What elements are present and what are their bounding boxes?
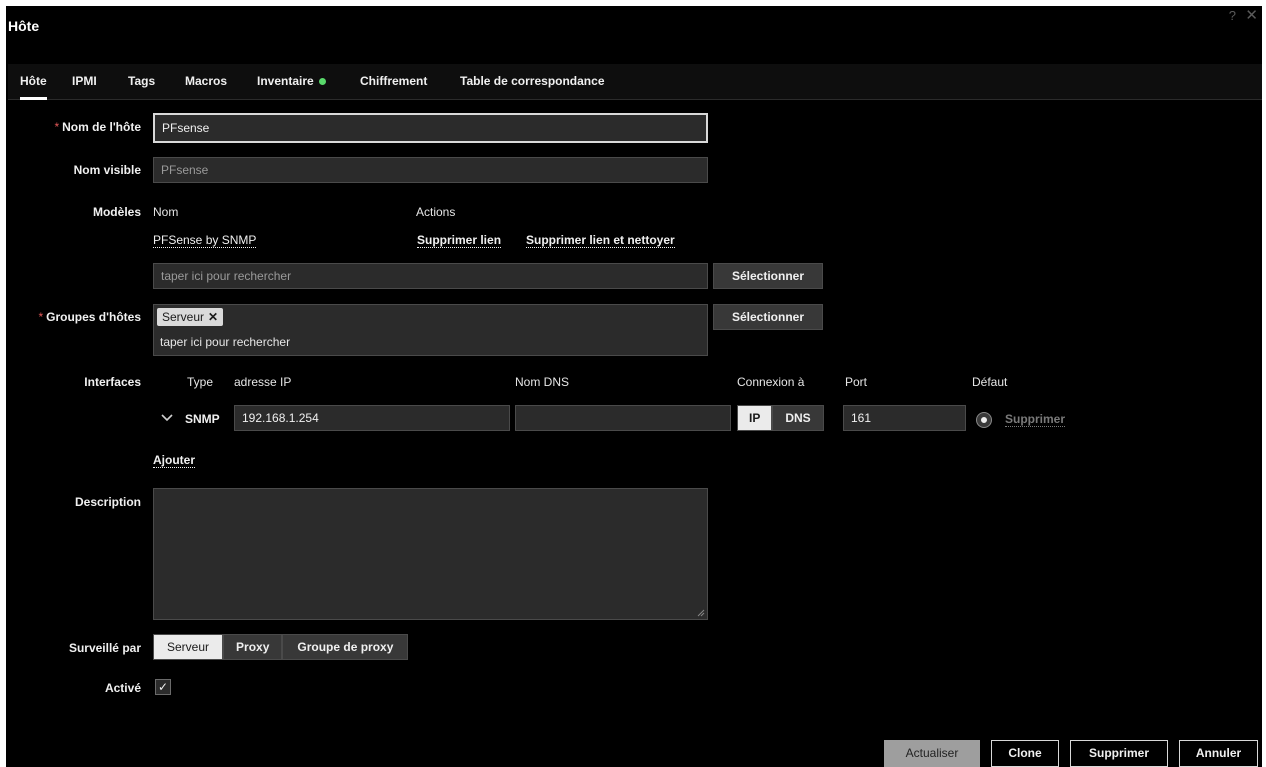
question-icon[interactable]: ? bbox=[1229, 8, 1236, 23]
page-edge bbox=[0, 0, 1266, 6]
close-icon[interactable]: ✕ bbox=[1245, 6, 1258, 24]
resize-handle-icon[interactable] bbox=[697, 609, 705, 617]
page-edge bbox=[0, 0, 6, 767]
host-groups-placeholder: taper ici pour rechercher bbox=[160, 335, 291, 349]
host-groups-label: * Groupes d'hôtes bbox=[38, 310, 141, 324]
interface-ip-input[interactable]: 192.168.1.254 bbox=[234, 405, 510, 431]
host-name-label: * Nom de l'hôte bbox=[54, 120, 141, 134]
remove-interface-button[interactable]: Supprimer bbox=[1005, 412, 1066, 427]
enabled-checkbox[interactable]: ✓ bbox=[155, 679, 171, 695]
host-group-tag: Serveur ✕ bbox=[157, 308, 224, 326]
enabled-label: Activé bbox=[104, 681, 141, 695]
interface-port-input[interactable]: 161 bbox=[843, 405, 966, 431]
description-textarea[interactable] bbox=[153, 488, 708, 620]
interface-dns-input[interactable] bbox=[515, 405, 731, 431]
delete-button[interactable]: Supprimer bbox=[1070, 740, 1168, 767]
description-label: Description bbox=[74, 495, 141, 509]
connect-dns-option[interactable]: DNS bbox=[772, 405, 824, 431]
interfaces-col-port: Port bbox=[845, 375, 868, 389]
monitored-by-proxy-group[interactable]: Groupe de proxy bbox=[282, 634, 409, 660]
interfaces-col-connect: Connexion à bbox=[737, 375, 805, 389]
tab-macros[interactable]: Macros bbox=[185, 64, 227, 100]
default-interface-radio[interactable] bbox=[977, 413, 991, 427]
template-link[interactable]: PFSense by SNMP bbox=[153, 233, 257, 248]
interfaces-col-dns: Nom DNS bbox=[515, 375, 570, 389]
tab-ipmi[interactable]: IPMI bbox=[72, 64, 97, 100]
interfaces-col-ip: adresse IP bbox=[234, 375, 292, 389]
templates-select-button[interactable]: Sélectionner bbox=[713, 263, 823, 289]
add-interface-link[interactable]: Ajouter bbox=[153, 453, 195, 468]
tab-encryption[interactable]: Chiffrement bbox=[360, 64, 427, 100]
connect-to-toggle: IP DNS bbox=[737, 405, 824, 431]
unlink-clear-button[interactable]: Supprimer lien et nettoyer bbox=[526, 233, 675, 248]
templates-col-actions: Actions bbox=[416, 205, 456, 219]
tab-host[interactable]: Hôte bbox=[20, 64, 47, 100]
dialog-title: Hôte bbox=[8, 18, 40, 34]
tab-value-mapping[interactable]: Table de correspondance bbox=[460, 64, 605, 100]
connect-ip-option[interactable]: IP bbox=[737, 405, 773, 431]
cancel-button[interactable]: Annuler bbox=[1179, 740, 1258, 767]
templates-label: Modèles bbox=[92, 205, 141, 219]
unlink-button[interactable]: Supprimer lien bbox=[417, 233, 502, 248]
tab-bar: Hôte IPMI Tags Macros Inventaire Chiffre… bbox=[8, 64, 1262, 100]
visible-name-label: Nom visible bbox=[73, 163, 141, 177]
host-groups-select-button[interactable]: Sélectionner bbox=[713, 304, 823, 330]
host-name-input[interactable]: PFsense bbox=[153, 113, 708, 143]
monitored-by-proxy[interactable]: Proxy bbox=[223, 634, 283, 660]
page-edge bbox=[1262, 0, 1266, 767]
interfaces-col-default: Défaut bbox=[972, 375, 1008, 389]
tab-inventory[interactable]: Inventaire bbox=[257, 64, 326, 100]
interface-type: SNMP bbox=[185, 412, 220, 426]
chevron-down-icon[interactable] bbox=[160, 410, 174, 426]
templates-col-name: Nom bbox=[153, 205, 179, 219]
monitored-by-server[interactable]: Serveur bbox=[153, 634, 224, 660]
clone-button[interactable]: Clone bbox=[991, 740, 1059, 767]
update-button[interactable]: Actualiser bbox=[884, 740, 980, 767]
remove-tag-icon[interactable]: ✕ bbox=[208, 310, 218, 324]
interfaces-col-type: Type bbox=[187, 375, 214, 389]
monitored-by-label: Surveillé par bbox=[68, 641, 141, 655]
interfaces-label: Interfaces bbox=[84, 375, 141, 389]
visible-name-input[interactable]: PFsense bbox=[153, 157, 708, 183]
monitored-by-toggle: Serveur Proxy Groupe de proxy bbox=[153, 634, 409, 660]
status-dot-icon bbox=[318, 78, 326, 86]
templates-search-input[interactable]: taper ici pour rechercher bbox=[153, 263, 708, 289]
host-dialog: Hôte ? ✕ Hôte IPMI Tags Macros Inventair… bbox=[0, 0, 1266, 767]
tab-tags[interactable]: Tags bbox=[128, 64, 155, 100]
